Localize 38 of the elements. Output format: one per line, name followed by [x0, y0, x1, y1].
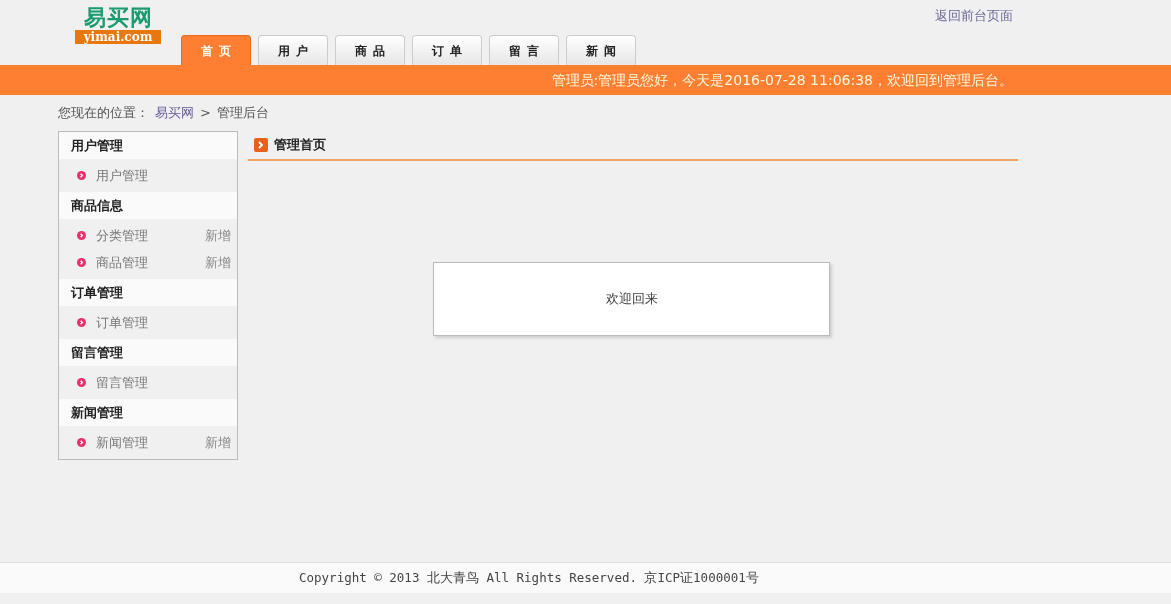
chevron-bullet-icon [77, 231, 86, 240]
nav-tab[interactable]: 商品 [335, 35, 405, 65]
sidebar-link[interactable]: 订单管理 [96, 313, 231, 332]
chevron-bullet-icon [77, 171, 86, 180]
chevron-bullet-icon [77, 438, 86, 447]
sidebar-link[interactable]: 留言管理 [96, 373, 231, 392]
add-link[interactable]: 新增 [205, 226, 231, 245]
logo-domain: yimai.com [75, 30, 161, 44]
breadcrumb-link[interactable]: 易买网 [155, 103, 194, 123]
nav-tab[interactable]: 留言 [489, 35, 559, 65]
sidebar-link[interactable]: 分类管理 [96, 226, 205, 245]
arrow-square-icon [254, 138, 268, 152]
chevron-bullet-icon [77, 258, 86, 267]
sidebar-section-title: 留言管理 [59, 339, 237, 366]
nav-tab[interactable]: 首页 [181, 35, 251, 65]
sidebar-link[interactable]: 用户管理 [96, 166, 231, 185]
chevron-bullet-icon [77, 378, 86, 387]
breadcrumb-current: 管理后台 [216, 104, 269, 123]
back-to-front-link[interactable]: 返回前台页面 [935, 6, 1013, 26]
chevron-bullet-icon [77, 318, 86, 327]
breadcrumb-separator: > [200, 104, 211, 123]
welcome-box: 欢迎回来 [433, 262, 830, 336]
sidebar-section-title: 商品信息 [59, 192, 237, 219]
panel-title: 管理首页 [274, 136, 326, 155]
breadcrumb-label: 您现在的位置： [58, 104, 149, 123]
nav-tab[interactable]: 新闻 [566, 35, 636, 65]
add-link[interactable]: 新增 [205, 253, 231, 272]
copyright-text: Copyright © 2013 北大青鸟 All Rights Reserved. 京ICP证1000001号 [299, 568, 759, 587]
nav-tab[interactable]: 用户 [258, 35, 328, 65]
welcome-message: 管理员:管理员您好，今天是2016-07-28 11:06:38，欢迎回到管理后台。 [551, 70, 1013, 90]
logo-text: 易买网 [83, 4, 153, 30]
sidebar-section-title: 订单管理 [59, 279, 237, 306]
sidebar-link[interactable]: 新闻管理 [96, 433, 205, 452]
sidebar-section-title: 新闻管理 [59, 399, 237, 426]
sidebar-link[interactable]: 商品管理 [96, 253, 205, 272]
add-link[interactable]: 新增 [205, 433, 231, 452]
sidebar-section-title: 用户管理 [59, 132, 237, 159]
nav-tab[interactable]: 订单 [412, 35, 482, 65]
